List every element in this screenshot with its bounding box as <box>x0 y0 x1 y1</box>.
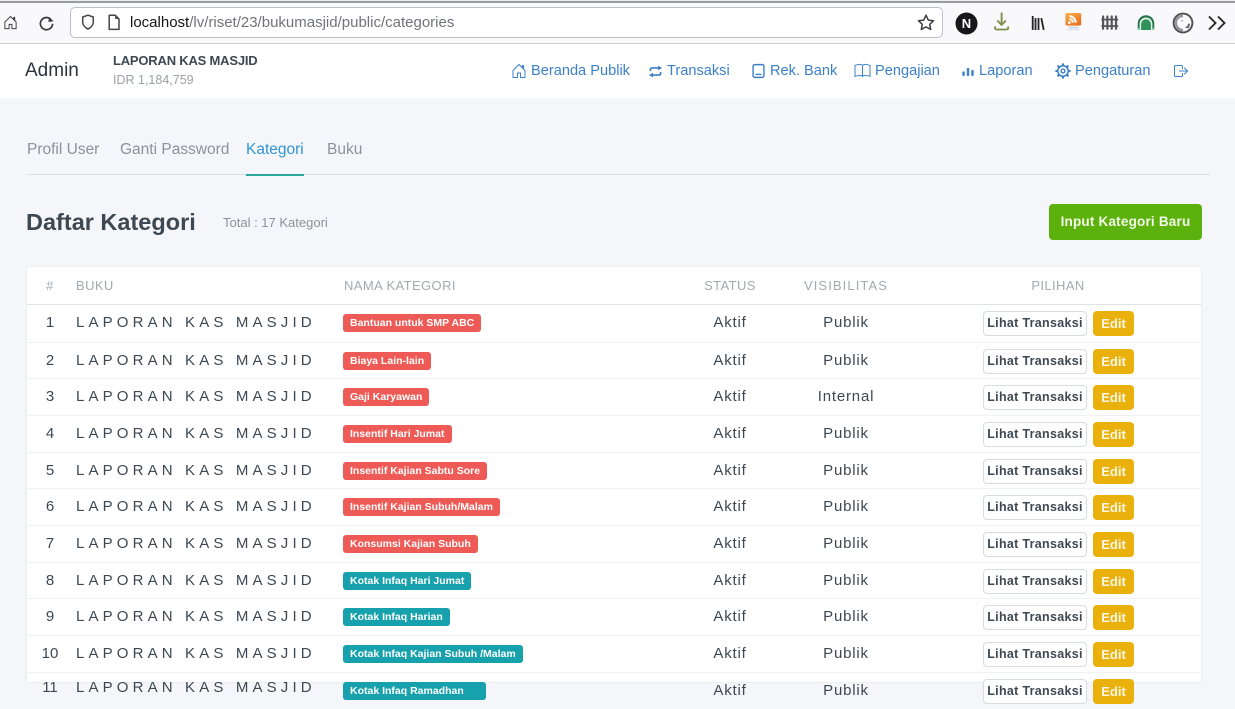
svg-text:N: N <box>962 16 971 31</box>
